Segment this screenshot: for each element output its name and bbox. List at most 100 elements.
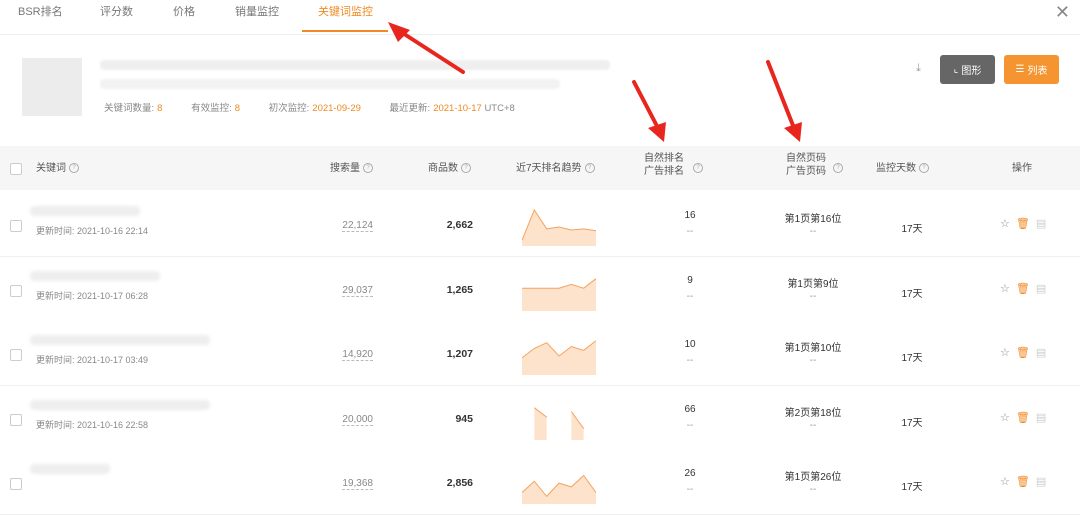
valid-monitor-label: 有效监控: [191,103,232,114]
table-row[interactable]: 更新时间: 2021-10-17 06:28 29,037 1,265 9 --… [0,257,1080,322]
sparkline-area [522,475,596,504]
search-volume-link[interactable]: 19,368 [342,478,373,490]
download-icon[interactable]: ⤓ [916,62,928,74]
first-monitor-value: 2021-09-29 [312,103,361,114]
document-icon[interactable]: ▤ [1036,411,1046,424]
tab-sales-monitor[interactable]: 销量监控 [235,4,279,32]
column-search-volume[interactable]: 搜索量? [330,162,373,175]
ad-rank-value: -- [686,355,694,366]
tab-rating-count[interactable]: 评分数 [100,4,133,32]
tab-keyword-monitor[interactable]: 关键词监控 [318,4,373,32]
table-row[interactable]: 更新时间: 2021-10-17 03:49 14,920 1,207 10 -… [0,321,1080,386]
natural-rank-value: 26 [684,468,696,479]
row-actions: ☆ 🗑 ▤ [1000,346,1046,359]
natural-rank-value: 16 [684,210,696,221]
keyword-text-blurred [30,400,210,410]
keyword-text-blurred [30,271,160,281]
first-monitor-label: 初次监控: [268,103,310,114]
rank-trend-sparkline [522,278,596,311]
table-row[interactable]: 更新时间: 2021-10-16 22:14 22,124 2,662 16 -… [0,192,1080,257]
sparkline-area [522,340,596,375]
rank-trend-sparkline [522,474,596,504]
trash-icon[interactable]: 🗑 [1016,475,1030,488]
document-icon[interactable]: ▤ [1036,217,1046,230]
column-monitor-days[interactable]: 监控天数? [876,162,929,175]
chart-view-label: 图形 [961,66,982,77]
column-product-count[interactable]: 商品数? [428,162,471,175]
star-icon[interactable]: ☆ [1000,411,1010,424]
monitor-days-value: 17天 [901,289,923,300]
help-icon[interactable]: ? [69,163,79,174]
ad-page-value: -- [809,226,817,237]
select-all-checkbox[interactable] [10,163,22,175]
monitor-days-value: 17天 [901,418,923,429]
row-checkbox[interactable] [10,414,22,426]
help-icon[interactable]: ? [584,163,595,174]
help-icon[interactable]: ? [693,163,703,173]
column-trend-label: 近7天排名趋势 [516,163,582,174]
search-volume-link[interactable]: 20,000 [342,414,373,426]
document-icon[interactable]: ▤ [1036,282,1046,295]
help-icon[interactable]: ? [833,163,843,173]
star-icon[interactable]: ☆ [1000,475,1010,488]
sparkline-line [522,278,596,289]
star-icon[interactable]: ☆ [1000,282,1010,295]
column-keyword[interactable]: 关键词? [36,162,79,175]
updated-time: 更新时间: 2021-10-16 22:14 [36,226,149,236]
rank-trend-sparkline [522,208,596,246]
trash-icon[interactable]: 🗑 [1016,346,1030,359]
ad-rank-value: -- [686,420,694,431]
chart-view-button[interactable]: ⌞ 图形 [940,55,995,84]
column-keyword-label: 关键词 [36,163,66,174]
natural-page-value: 第1页第9位 [787,279,839,290]
ad-rank-value: -- [686,291,694,302]
table-row[interactable]: 更新时间: 2021-10-16 22:58 20,000 945 66 -- … [0,386,1080,451]
tab-price[interactable]: 价格 [173,4,195,32]
row-checkbox[interactable] [10,349,22,361]
natural-page-value: 第1页第10位 [784,343,842,354]
search-volume-link[interactable]: 29,037 [342,285,373,297]
help-icon[interactable]: ? [919,163,929,174]
star-icon[interactable]: ☆ [1000,217,1010,230]
natural-page-value: 第1页第26位 [784,472,842,483]
close-icon[interactable]: ✕ [1055,3,1070,21]
trash-icon[interactable]: 🗑 [1016,282,1030,295]
natural-page-value: 第2页第18位 [784,408,842,419]
trash-icon[interactable]: 🗑 [1016,411,1030,424]
active-tab-indicator [302,30,388,32]
column-natural-rank-label: 自然排名 [644,153,684,164]
ad-rank-value: -- [686,484,694,495]
product-title-blurred [100,60,610,70]
row-checkbox[interactable] [10,478,22,490]
sparkline-area [522,278,596,311]
star-icon[interactable]: ☆ [1000,346,1010,359]
product-count: 945 [455,413,473,425]
row-checkbox[interactable] [10,220,22,232]
row-checkbox[interactable] [10,285,22,297]
document-icon[interactable]: ▤ [1036,346,1046,359]
list-view-label: 列表 [1027,66,1048,77]
last-update-value: 2021-10-17 [433,103,482,114]
tab-bar: BSR排名 评分数 价格 销量监控 关键词监控 [0,0,1080,35]
help-icon[interactable]: ? [363,163,373,174]
list-view-button[interactable]: ☰ 列表 [1004,55,1059,84]
document-icon[interactable]: ▤ [1036,475,1046,488]
trash-icon[interactable]: 🗑 [1016,217,1030,230]
column-actions-label: 操作 [1012,163,1032,174]
ad-page-value: -- [809,420,817,431]
column-actions: 操作 [1012,162,1032,175]
row-actions: ☆ 🗑 ▤ [1000,217,1046,230]
search-volume-link[interactable]: 14,920 [342,349,373,361]
search-volume-link[interactable]: 22,124 [342,220,373,232]
tab-bsr-rank[interactable]: BSR排名 [18,4,63,32]
timezone-label: UTC+8 [484,103,515,114]
column-search-volume-label: 搜索量 [330,163,360,174]
column-ad-page-label: 广告页码 [786,166,826,177]
ad-rank-value: -- [686,226,694,237]
column-ad-rank-label: 广告排名 [644,166,684,177]
keyword-count-label: 关键词数量: [104,103,155,114]
table-row[interactable]: 19,368 2,856 26 -- 第1页第26位 -- 17天 ☆ 🗑 ▤ [0,450,1080,515]
column-natural-page-label: 自然页码 [786,153,826,164]
help-icon[interactable]: ? [461,163,471,174]
sparkline-area [522,209,596,246]
